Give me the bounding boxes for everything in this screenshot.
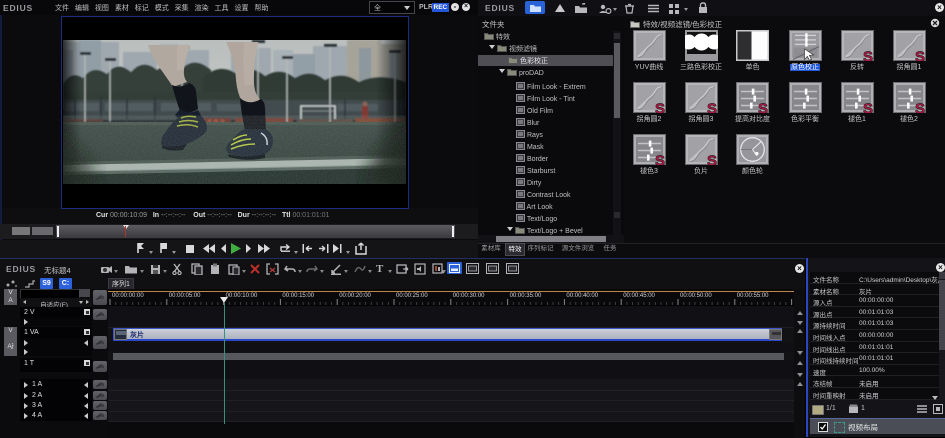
svg-text:S: S [863,101,873,114]
svg-text:S: S [655,101,665,114]
svg-text:S: S [707,153,717,166]
svg-text:S: S [655,153,665,166]
svg-text:S: S [915,101,925,114]
svg-text:S: S [863,49,873,62]
svg-text:S: S [758,101,768,114]
svg-text:S: S [707,101,717,114]
svg-text:S: S [915,49,925,62]
